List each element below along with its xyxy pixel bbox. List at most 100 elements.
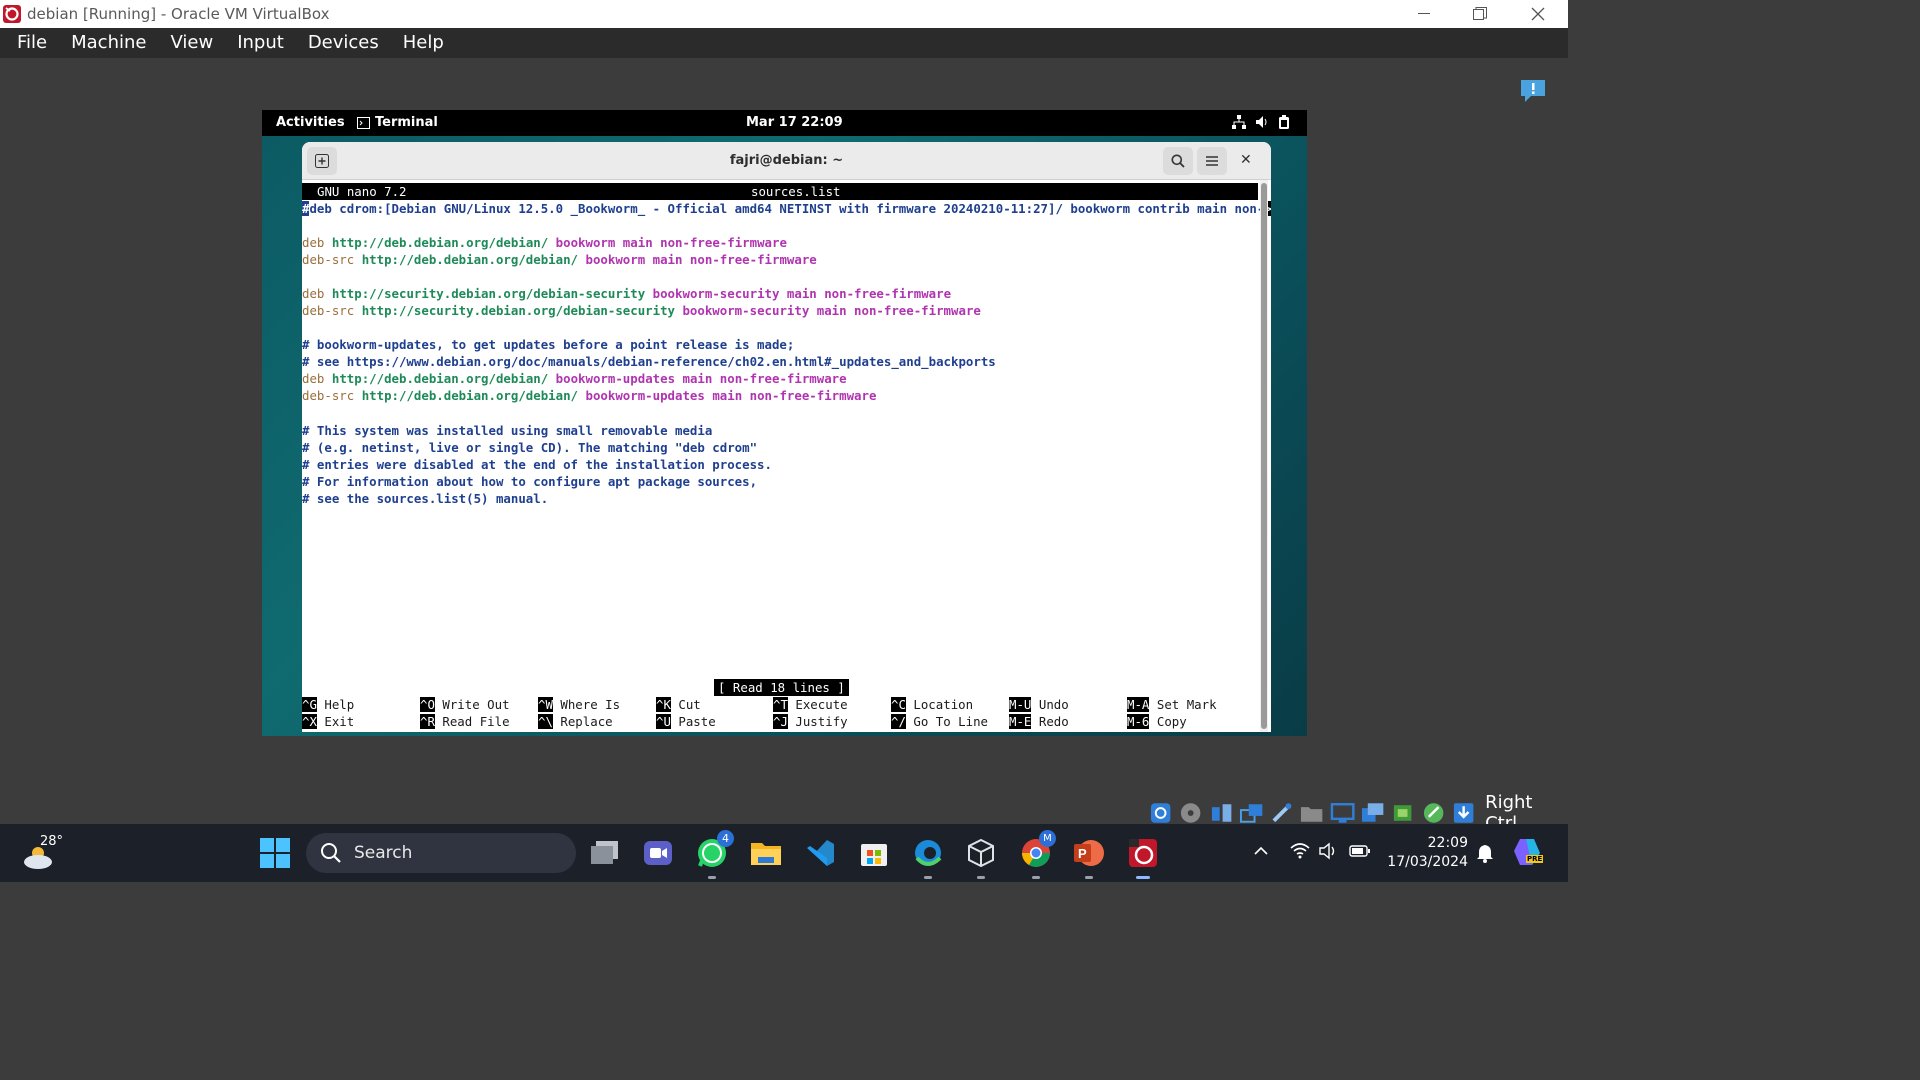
shortcut-go-to-line[interactable]: ^/ Go To Line xyxy=(891,713,988,730)
editor-line-14[interactable]: # This system was installed using small … xyxy=(302,422,712,439)
editor-line-10[interactable]: # see https://www.debian.org/doc/manuals… xyxy=(302,353,996,370)
shortcut-undo[interactable]: M-U Undo xyxy=(1009,696,1069,713)
shortcut-key: ^/ xyxy=(891,714,906,729)
start-button[interactable] xyxy=(258,836,292,870)
optical-drive-icon[interactable] xyxy=(1178,801,1203,825)
battery-icon[interactable] xyxy=(1349,842,1371,860)
editor-line-11[interactable]: deb http://deb.debian.org/debian/ bookwo… xyxy=(302,370,847,387)
menu-input[interactable]: Input xyxy=(225,28,296,58)
network-icon xyxy=(1232,115,1246,129)
taskbar-search[interactable]: Search xyxy=(306,833,576,873)
windows-taskbar: 28° Search 4 M P 22:09 17/03/2024 PRE xyxy=(0,824,1568,882)
shortcut-justify[interactable]: ^J Justify xyxy=(773,713,848,730)
menu-view[interactable]: View xyxy=(158,28,225,58)
shortcut-location[interactable]: ^C Location xyxy=(891,696,973,713)
menu-devices[interactable]: Devices xyxy=(296,28,391,58)
wifi-icon[interactable] xyxy=(1290,842,1310,860)
notification-bell-icon[interactable] xyxy=(1476,843,1494,863)
close-button[interactable] xyxy=(1510,0,1566,28)
terminal-window[interactable]: fajri@debian: ~ ✕ GNU nano 7.2 sources.l… xyxy=(302,142,1271,732)
shortcut-where-is[interactable]: ^W Where Is xyxy=(538,696,620,713)
task-view-button[interactable] xyxy=(588,836,622,870)
nano-status-message: [ Read 18 lines ] xyxy=(714,679,849,697)
guest-system-tray[interactable] xyxy=(1232,115,1290,129)
editor-line-7[interactable]: deb-src http://security.debian.org/debia… xyxy=(302,302,981,319)
close-icon xyxy=(1531,7,1545,21)
app-menu-terminal[interactable]: Terminal xyxy=(357,115,438,130)
audio-icon[interactable] xyxy=(1209,801,1234,825)
powerpoint-button[interactable]: P xyxy=(1072,836,1106,879)
editor-line-17[interactable]: # For information about how to configure… xyxy=(302,473,757,490)
speaker-icon[interactable] xyxy=(1319,842,1339,860)
shortcut-redo[interactable]: M-E Redo xyxy=(1009,713,1069,730)
virtualbox-vm-button[interactable] xyxy=(1126,836,1160,879)
restore-button[interactable] xyxy=(1452,0,1508,28)
virtualbox-manager-button[interactable] xyxy=(964,836,998,879)
guest-display[interactable]: Activities Terminal Mar 17 22:09 fajri@d… xyxy=(262,110,1307,736)
terminal-close-button[interactable]: ✕ xyxy=(1240,152,1252,168)
network-adapter-icon[interactable] xyxy=(1239,801,1264,825)
shortcut-cut[interactable]: ^K Cut xyxy=(656,696,701,713)
taskbar-clock[interactable]: 22:09 17/03/2024 xyxy=(1386,834,1468,872)
weather-widget[interactable]: 28° xyxy=(22,834,63,870)
source-type: deb xyxy=(302,286,325,301)
menu-machine[interactable]: Machine xyxy=(59,28,158,58)
activities-button[interactable]: Activities xyxy=(276,115,345,130)
shortcut-help[interactable]: ^G Help xyxy=(302,696,354,713)
display-icon[interactable] xyxy=(1330,801,1355,825)
shortcut-read-file[interactable]: ^R Read File xyxy=(420,713,510,730)
copilot-button[interactable]: PRE xyxy=(1512,837,1546,869)
whatsapp-button[interactable]: 4 xyxy=(695,830,734,879)
shortcut-replace[interactable]: ^\ Replace xyxy=(538,713,613,730)
chrome-profile-avatar: M xyxy=(1039,830,1056,847)
shortcut-write-out[interactable]: ^O Write Out xyxy=(420,696,510,713)
vscode-button[interactable] xyxy=(803,836,837,870)
editor-line-9[interactable]: # bookworm-updates, to get updates befor… xyxy=(302,336,794,353)
usb-icon[interactable] xyxy=(1269,801,1294,825)
editor-line-3[interactable]: deb http://deb.debian.org/debian/ bookwo… xyxy=(302,234,787,251)
shortcut-key: ^G xyxy=(302,697,317,712)
shortcut-label: Execute xyxy=(795,697,848,712)
shared-folders-icon[interactable] xyxy=(1299,801,1324,825)
editor-line-4[interactable]: deb-src http://deb.debian.org/debian/ bo… xyxy=(302,251,817,268)
host-title-bar: debian [Running] - Oracle VM VirtualBox xyxy=(0,0,1568,28)
shortcut-set-mark[interactable]: M-A Set Mark xyxy=(1127,696,1217,713)
shortcut-label: Justify xyxy=(795,714,848,729)
scrollbar-thumb[interactable] xyxy=(1261,183,1267,729)
shortcut-exit[interactable]: ^X Exit xyxy=(302,713,354,730)
editor-line-1[interactable]: #deb cdrom:[Debian GNU/Linux 12.5.0 _Boo… xyxy=(302,200,1271,217)
menu-help[interactable]: Help xyxy=(391,28,456,58)
chrome-button[interactable]: M xyxy=(1019,830,1056,879)
menu-file[interactable]: File xyxy=(0,28,59,58)
editor-line-12[interactable]: deb-src http://deb.debian.org/debian/ bo… xyxy=(302,387,876,404)
chevron-up-icon[interactable] xyxy=(1252,842,1270,860)
editor-line-18[interactable]: # see the sources.list(5) manual. xyxy=(302,490,548,507)
microsoft-store-button[interactable] xyxy=(857,836,891,870)
teams-meet-button[interactable] xyxy=(641,836,675,870)
notification-feedback-icon[interactable] xyxy=(1519,78,1547,104)
shortcut-execute[interactable]: ^T Execute xyxy=(773,696,848,713)
host-key-icon[interactable] xyxy=(1451,801,1476,825)
nano-filename: sources.list xyxy=(751,184,841,199)
shortcut-key: M-6 xyxy=(1127,714,1150,729)
edge-button[interactable] xyxy=(911,836,945,879)
guest-additions-icon[interactable] xyxy=(1421,801,1446,825)
nano-editor[interactable]: GNU nano 7.2 sources.list #deb cdrom:[De… xyxy=(302,180,1271,732)
guest-clock[interactable]: Mar 17 22:09 xyxy=(746,115,843,130)
hard-disk-icon[interactable] xyxy=(1148,801,1173,825)
terminal-scrollbar[interactable] xyxy=(1260,180,1268,732)
editor-line-16[interactable]: # entries were disabled at the end of th… xyxy=(302,456,772,473)
terminal-search-button[interactable] xyxy=(1163,147,1193,175)
shortcut-key: ^W xyxy=(538,697,553,712)
file-explorer-button[interactable] xyxy=(749,836,783,870)
cpu-icon[interactable] xyxy=(1390,801,1415,825)
shortcut-copy[interactable]: M-6 Copy xyxy=(1127,713,1187,730)
terminal-menu-button[interactable] xyxy=(1197,147,1227,175)
video-capture-icon[interactable] xyxy=(1360,801,1385,825)
shortcut-paste[interactable]: ^U Paste xyxy=(656,713,716,730)
editor-line-15[interactable]: # (e.g. netinst, live or single CD). The… xyxy=(302,439,757,456)
shortcut-key: ^R xyxy=(420,714,435,729)
minimize-button[interactable] xyxy=(1396,0,1452,28)
terminal-header-bar: fajri@debian: ~ ✕ xyxy=(302,142,1271,180)
editor-line-6[interactable]: deb http://security.debian.org/debian-se… xyxy=(302,285,951,302)
